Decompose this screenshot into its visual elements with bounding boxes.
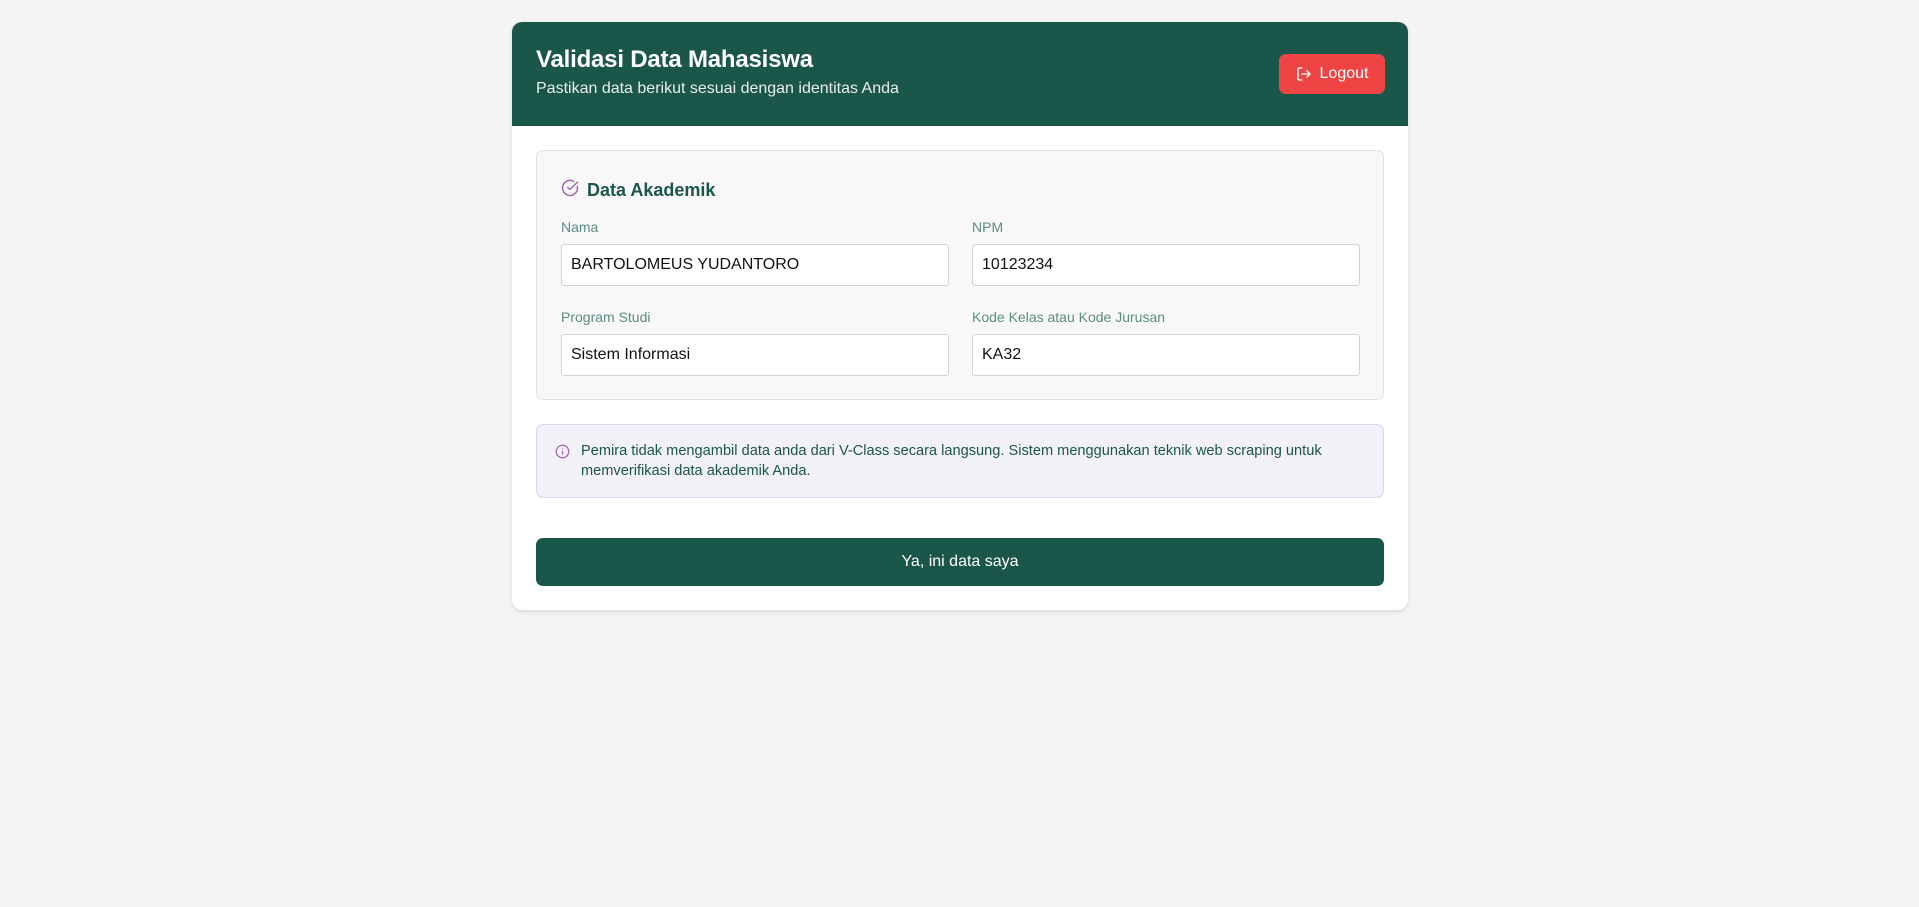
page-title: Validasi Data Mahasiswa [536, 46, 813, 73]
confirm-data-button[interactable]: Ya, ini data saya [536, 538, 1384, 586]
name-field[interactable] [561, 244, 949, 286]
program-label: Program Studi [561, 309, 651, 325]
check-circle-icon [561, 179, 579, 202]
npm-field[interactable] [972, 244, 1360, 286]
card-header: Validasi Data Mahasiswa Pastikan data be… [512, 22, 1408, 126]
academic-data-heading: Data Akademik [561, 179, 715, 202]
validation-card: Validasi Data Mahasiswa Pastikan data be… [512, 22, 1408, 610]
page-subtitle: Pastikan data berikut sesuai dengan iden… [536, 80, 899, 97]
info-notice-text: Pemira tidak mengambil data anda dari V-… [581, 443, 1322, 479]
logout-icon [1296, 66, 1312, 82]
logout-button[interactable]: Logout [1279, 54, 1385, 94]
class-code-label: Kode Kelas atau Kode Jurusan [972, 309, 1166, 325]
info-icon [555, 444, 570, 464]
academic-data-title: Data Akademik [587, 180, 716, 200]
class-code-field[interactable] [972, 334, 1360, 376]
info-notice: Pemira tidak mengambil data anda dari V-… [536, 424, 1384, 498]
program-field[interactable] [561, 334, 949, 376]
academic-data-panel: Data Akademik Nama NPM Program Studi Kod… [536, 150, 1384, 400]
npm-label: NPM [972, 219, 1004, 235]
name-label: Nama [561, 219, 599, 235]
logout-label: Logout [1319, 65, 1369, 82]
